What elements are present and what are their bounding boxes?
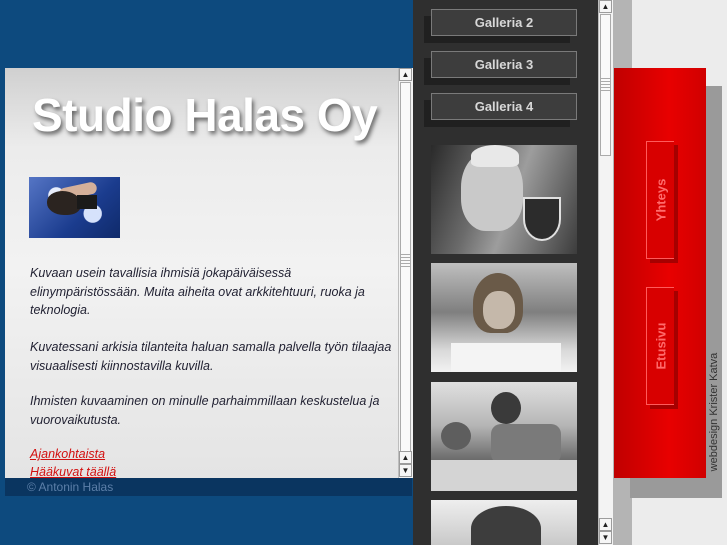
scroll-down-arrow-icon[interactable]: ▼ xyxy=(399,464,412,477)
scroll-up-arrow-icon[interactable]: ▲ xyxy=(399,68,412,81)
grip-icon xyxy=(601,78,611,92)
content-panel: Studio Halas Oy Kuvaan usein tavallisia … xyxy=(5,68,398,478)
gallery-photo-man-and-child[interactable] xyxy=(431,382,577,491)
gallery-photo-girl-drawing[interactable] xyxy=(431,263,577,372)
page-title: Studio Halas Oy xyxy=(32,89,378,141)
gallery-3-button[interactable]: Galleria 3 xyxy=(431,51,577,78)
nav-label-yhteys: Yhteys xyxy=(653,178,668,222)
nav-panel: Yhteys Etusivu xyxy=(614,68,706,478)
intro-paragraph-1: Kuvaan usein tavallisia ihmisiä jokapäiv… xyxy=(30,266,365,317)
gallery-2-button[interactable]: Galleria 2 xyxy=(431,9,577,36)
link-haakuvat[interactable]: Hääkuvat täällä xyxy=(30,465,116,478)
nav-item-yhteys[interactable]: Yhteys xyxy=(646,141,674,259)
scroll-up-arrow-icon[interactable]: ▲ xyxy=(399,451,412,464)
scroll-down-arrow-icon[interactable]: ▼ xyxy=(599,531,612,544)
scroll-up-arrow-icon[interactable]: ▲ xyxy=(599,518,612,531)
gallery-column: Galleria 2 Galleria 3 Galleria 4 xyxy=(413,0,598,545)
scroll-up-arrow-icon[interactable]: ▲ xyxy=(599,0,612,13)
nav-label-etusivu: Etusivu xyxy=(653,322,668,370)
gallery-photo-man-with-wine[interactable] xyxy=(431,145,577,254)
intro-paragraph-2: Kuvatessani arkisia tilanteita haluan sa… xyxy=(30,340,392,373)
content-scroll-thumb[interactable] xyxy=(400,82,411,454)
grip-icon xyxy=(401,254,411,268)
link-ajankohtaista[interactable]: Ajankohtaista xyxy=(30,447,105,461)
gallery-4-button[interactable]: Galleria 4 xyxy=(431,93,577,120)
photographer-portrait-image xyxy=(29,177,120,238)
copyright-text: © Antonin Halas xyxy=(27,480,114,494)
webdesign-credit: webdesign Krister Katva xyxy=(708,352,720,472)
gallery-photo-woman-portrait[interactable] xyxy=(431,500,577,545)
gallery-scrollbar[interactable]: ▲ ▲ ▼ xyxy=(598,0,613,545)
content-scrollbar[interactable]: ▲ ▲ ▼ xyxy=(398,68,413,478)
nav-item-etusivu[interactable]: Etusivu xyxy=(646,287,674,405)
intro-paragraph-3: Ihmisten kuvaaminen on minulle parhaimmi… xyxy=(30,394,380,427)
